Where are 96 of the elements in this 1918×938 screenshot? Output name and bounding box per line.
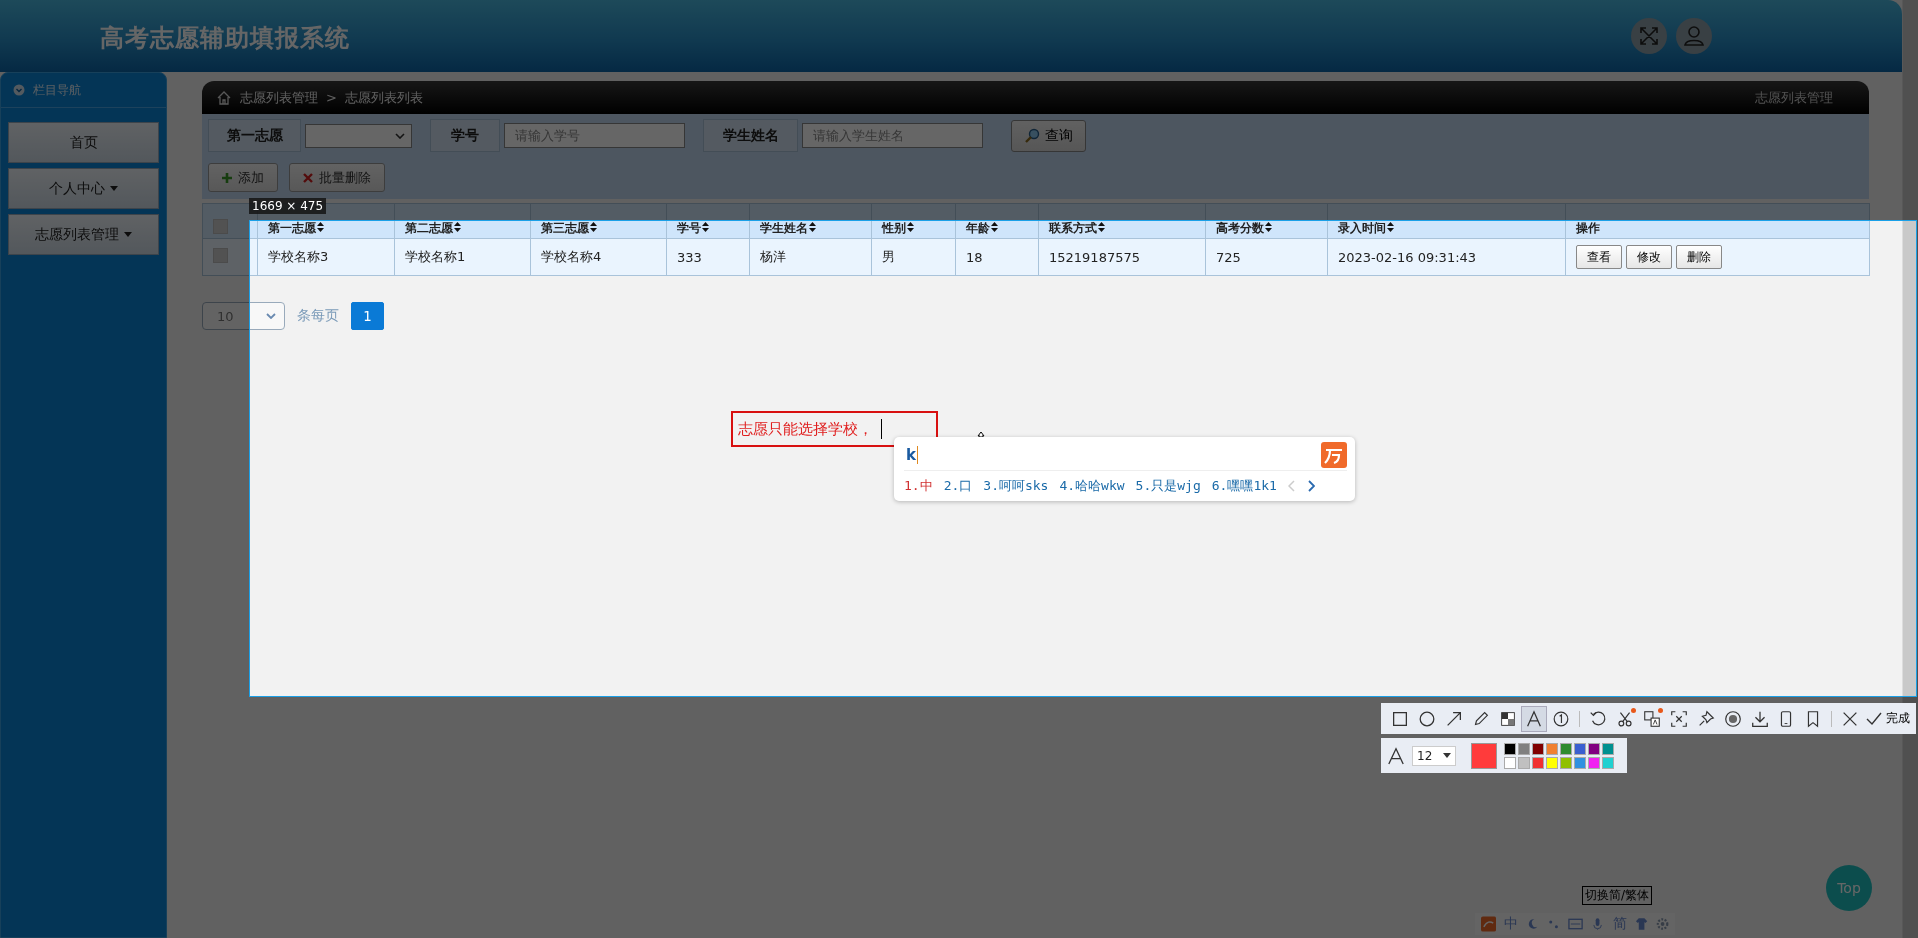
row-action-button[interactable]: 删除 [1676, 245, 1722, 269]
table-cell: 18 [966, 249, 983, 265]
done-button[interactable]: 完成 [1864, 710, 1913, 727]
column-header[interactable]: 学号 [677, 221, 701, 235]
color-swatch[interactable] [1546, 742, 1558, 755]
table-cell: 学校名称3 [268, 249, 329, 264]
column-header[interactable]: 第一志愿 [268, 221, 316, 235]
annotation-text: 志愿只能选择学校， [738, 419, 873, 439]
ime-candidate[interactable]: 2.口 [943, 477, 973, 495]
ime-candidate[interactable]: 6.嘿嘿1k1 [1211, 477, 1277, 495]
selection-size-label: 1669 × 475 [249, 198, 327, 214]
ime-candidate[interactable]: 5.只是wjg [1135, 477, 1201, 495]
color-swatch[interactable] [1560, 742, 1572, 755]
ime-composition-text: k [906, 446, 918, 464]
sort-icon[interactable] [454, 222, 461, 232]
table-cell: 15219187575 [1049, 249, 1140, 265]
search-button[interactable]: 查询 [1011, 119, 1086, 152]
column-header[interactable]: 第二志愿 [405, 221, 453, 235]
chevron-down-icon [395, 132, 405, 139]
sort-icon[interactable] [907, 222, 914, 232]
breadcrumb-link[interactable]: 志愿列表列表 [344, 88, 423, 107]
caret-icon [124, 232, 132, 237]
table-cell: 725 [1216, 249, 1241, 265]
tooltip: 切换简/繁体 [1582, 886, 1653, 905]
color-swatch[interactable] [1574, 756, 1586, 769]
per-page-label: 条每页 [297, 307, 339, 325]
caret-icon [110, 186, 118, 191]
plus-icon [222, 172, 232, 183]
header-checkbox[interactable] [213, 219, 228, 234]
color-swatch[interactable] [1504, 756, 1516, 769]
table-cell: 学校名称1 [405, 249, 466, 264]
font-size-select[interactable]: 12 [1412, 745, 1456, 766]
table-cell: 杨洋 [760, 249, 786, 264]
ime-candidate[interactable]: 3.呵呵sks [983, 477, 1049, 495]
page-button[interactable]: 1 [351, 302, 384, 330]
row-action-button[interactable]: 查看 [1576, 245, 1622, 269]
color-swatch[interactable] [1560, 756, 1572, 769]
select-field[interactable] [305, 123, 412, 148]
column-header[interactable]: 年龄 [966, 221, 990, 235]
column-header[interactable]: 操作 [1576, 221, 1600, 235]
color-swatch[interactable] [1518, 756, 1530, 769]
next-page-icon[interactable] [1306, 480, 1315, 492]
record-icon [1722, 708, 1743, 729]
color-swatch[interactable] [1588, 742, 1600, 755]
ime-candidate[interactable]: 1.中 [904, 477, 933, 495]
sort-icon[interactable] [317, 222, 324, 232]
current-color-swatch[interactable] [1471, 742, 1497, 769]
color-swatch[interactable] [1602, 742, 1614, 755]
color-swatch[interactable] [1602, 756, 1614, 769]
column-header[interactable]: 录入时间 [1338, 221, 1386, 235]
close-icon [303, 172, 313, 183]
column-header[interactable]: 联系方式 [1049, 221, 1097, 235]
row-checkbox[interactable] [213, 248, 228, 263]
sort-icon[interactable] [1098, 222, 1105, 232]
translate-icon [1641, 708, 1662, 729]
table-cell: 333 [677, 249, 702, 265]
sort-icon[interactable] [702, 222, 709, 232]
sort-icon[interactable] [1387, 222, 1394, 232]
table-cell: 男 [882, 249, 895, 264]
row-action-button[interactable]: 修改 [1626, 245, 1672, 269]
filter-label: 学生姓名 [703, 119, 798, 152]
sort-icon[interactable] [590, 222, 597, 232]
filter-label: 学号 [430, 119, 500, 152]
color-swatch[interactable] [1546, 756, 1558, 769]
table-cell: 2023-02-16 09:31:43 [1338, 249, 1477, 265]
caret-icon [1443, 753, 1451, 758]
text-cursor [881, 419, 882, 439]
font-icon [1387, 746, 1405, 765]
color-swatch[interactable] [1532, 742, 1544, 755]
ime-logo-icon[interactable] [1321, 442, 1347, 468]
scan-icon [1668, 708, 1689, 729]
color-swatch[interactable] [1504, 742, 1516, 755]
sort-icon[interactable] [809, 222, 816, 232]
app-title: 高考志愿辅助填报系统 [100, 23, 350, 54]
column-header[interactable]: 第三志愿 [541, 221, 589, 235]
ime-candidate[interactable]: 4.哈哈wkw [1059, 477, 1125, 495]
chevron-down-icon [266, 313, 276, 319]
filter-label: 第一志愿 [208, 119, 301, 152]
sort-icon[interactable] [991, 222, 998, 232]
color-swatch[interactable] [1588, 756, 1600, 769]
tool-button[interactable] [1521, 705, 1548, 732]
breadcrumb-link[interactable]: 志愿列表管理 [240, 88, 318, 107]
column-header[interactable]: 性别 [882, 221, 906, 235]
page-title: 志愿列表管理 [1755, 88, 1833, 107]
sidebar-title: 栏目导航 [33, 81, 81, 99]
search-icon [1024, 127, 1040, 144]
table-cell: 学校名称4 [541, 249, 602, 264]
color-swatch[interactable] [1518, 742, 1530, 755]
color-swatch[interactable] [1574, 742, 1586, 755]
column-header[interactable]: 学生姓名 [760, 221, 808, 235]
breadcrumb-separator: > [326, 90, 337, 105]
color-swatch[interactable] [1532, 756, 1544, 769]
sort-icon[interactable] [1265, 222, 1272, 232]
column-header[interactable]: 高考分数 [1216, 221, 1264, 235]
check-icon [1866, 711, 1883, 726]
home-icon[interactable] [216, 89, 232, 106]
